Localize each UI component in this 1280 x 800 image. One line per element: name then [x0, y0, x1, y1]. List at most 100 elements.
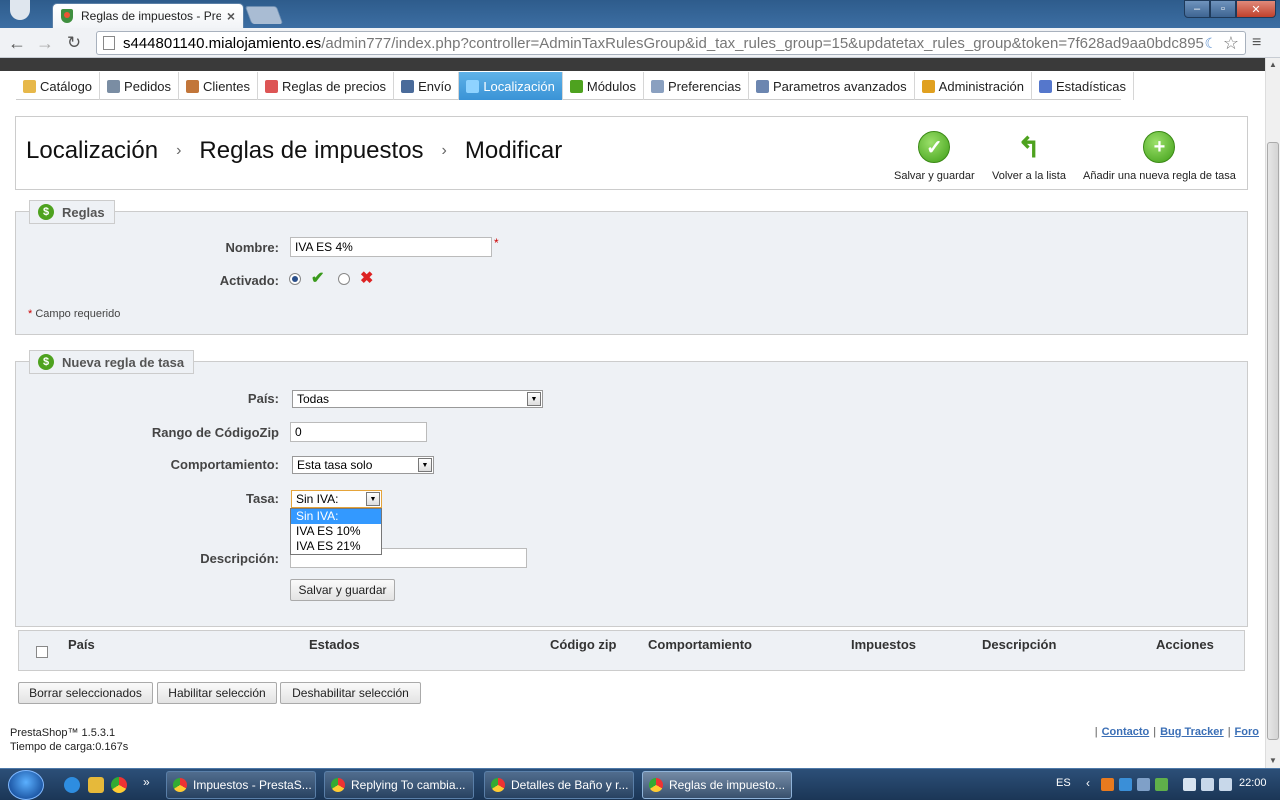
- chevron-down-icon[interactable]: ▼: [527, 392, 541, 406]
- browser-tab-active[interactable]: Reglas de impuestos - Pre ×: [52, 3, 244, 28]
- taskbar-item[interactable]: Replying To cambia...: [324, 771, 474, 799]
- taskbar-item-active[interactable]: Reglas de impuesto...: [642, 771, 792, 799]
- dropbox-icon[interactable]: [1119, 778, 1132, 791]
- browser-menu-icon[interactable]: ≡: [1252, 34, 1261, 52]
- delete-selected-button[interactable]: Borrar seleccionados: [18, 682, 153, 704]
- tasa-label: Tasa:: [246, 491, 279, 506]
- taskbar-clock[interactable]: 22:00: [1239, 777, 1267, 789]
- scroll-up-arrow-icon[interactable]: ▲: [1266, 58, 1280, 72]
- window-minimize-button[interactable]: ‒: [1184, 0, 1210, 18]
- activado-no-radio[interactable]: [338, 273, 350, 285]
- tasa-option[interactable]: Sin IVA:: [291, 509, 381, 524]
- taskbar-item[interactable]: Detalles de Baño y r...: [484, 771, 634, 799]
- disable-selection-button[interactable]: Deshabilitar selección: [280, 682, 421, 704]
- network-icon[interactable]: [1201, 778, 1214, 791]
- nombre-input[interactable]: [290, 237, 492, 257]
- tasa-option[interactable]: IVA ES 10%: [291, 524, 381, 539]
- menu-item-clientes[interactable]: Clientes: [179, 72, 258, 100]
- save-toolbar-button[interactable]: ✓ Salvar y guardar: [894, 131, 975, 182]
- pais-label: País:: [247, 391, 279, 406]
- column-header-pais[interactable]: País: [68, 637, 95, 652]
- extension-icon[interactable]: ☾: [1204, 35, 1217, 52]
- menu-item-modulos[interactable]: Módulos: [563, 72, 644, 100]
- admin-main-menu: Catálogo Pedidos Clientes Reglas de prec…: [16, 72, 1135, 100]
- menu-item-pedidos[interactable]: Pedidos: [100, 72, 180, 100]
- column-header-impuestos[interactable]: Impuestos: [851, 637, 916, 652]
- new-tab-button[interactable]: [244, 6, 284, 24]
- pais-select-value: Todas: [297, 392, 330, 406]
- volume-icon[interactable]: [1219, 778, 1232, 791]
- comportamiento-select-value: Esta tasa solo: [297, 458, 373, 472]
- column-header-descripcion[interactable]: Descripción: [982, 637, 1056, 652]
- activado-label: Activado:: [219, 273, 279, 288]
- taskbar-item[interactable]: Impuestos - PrestaS...: [166, 771, 316, 799]
- profile-avatar-icon[interactable]: [10, 0, 30, 20]
- chevron-down-icon[interactable]: ▼: [418, 458, 432, 472]
- pais-select[interactable]: Todas ▼: [292, 390, 543, 408]
- quick-launch-more-icon[interactable]: »: [143, 775, 150, 789]
- footer-info: PrestaShop™ 1.5.3.1 Tiempo de carga:0.16…: [10, 726, 128, 754]
- chrome-icon: [331, 778, 345, 792]
- forum-link[interactable]: Foro: [1235, 726, 1259, 738]
- window-maximize-button[interactable]: ▫: [1210, 0, 1236, 18]
- nombre-label: Nombre:: [225, 240, 279, 255]
- menu-label: Preferencias: [668, 78, 741, 94]
- plus-circle-icon: +: [1143, 131, 1176, 163]
- activado-yes-radio[interactable]: [289, 273, 301, 285]
- tray-app-icon[interactable]: [1155, 778, 1168, 791]
- chrome-icon[interactable]: [111, 777, 127, 793]
- file-explorer-icon[interactable]: [88, 777, 104, 793]
- column-header-codigo-zip[interactable]: Código zip: [550, 637, 616, 652]
- tray-expand-icon[interactable]: ‹: [1086, 776, 1090, 790]
- menu-label: Estadísticas: [1055, 78, 1127, 94]
- save-rule-button[interactable]: Salvar y guardar: [290, 579, 395, 601]
- add-tax-rule-label: Añadir una nueva regla de tasa: [1083, 170, 1236, 182]
- wrench-icon: [755, 79, 769, 93]
- dollar-icon: $: [38, 354, 54, 370]
- battery-icon[interactable]: [1183, 778, 1196, 791]
- truck-icon: [401, 79, 415, 93]
- tab-close-icon[interactable]: ×: [227, 8, 235, 24]
- column-header-comportamiento[interactable]: Comportamiento: [648, 637, 752, 652]
- tasa-select[interactable]: Sin IVA: ▼: [291, 490, 382, 508]
- scroll-thumb[interactable]: [1267, 142, 1279, 740]
- new-rule-legend: $ Nueva regla de tasa: [29, 350, 195, 374]
- select-all-checkbox[interactable]: [36, 646, 48, 658]
- chevron-down-icon[interactable]: ▼: [366, 492, 380, 506]
- enable-selection-button[interactable]: Habilitar selección: [157, 682, 277, 704]
- add-tax-rule-button[interactable]: + Añadir una nueva regla de tasa: [1083, 131, 1236, 182]
- tasa-option[interactable]: IVA ES 21%: [291, 539, 381, 554]
- bookmark-star-icon[interactable]: ☆: [1223, 33, 1239, 54]
- menu-item-catalogo[interactable]: Catálogo: [16, 72, 101, 100]
- bar-chart-icon: [1038, 79, 1052, 93]
- forward-arrow-icon[interactable]: →: [33, 32, 57, 54]
- menu-item-envio[interactable]: Envío: [394, 72, 460, 100]
- tray-app-icon[interactable]: [1137, 778, 1150, 791]
- page-scrollbar[interactable]: ▲ ▼: [1265, 58, 1280, 768]
- menu-item-estadisticas[interactable]: Estadísticas: [1032, 72, 1135, 100]
- menu-item-parametros-avanzados[interactable]: Parametros avanzados: [749, 72, 915, 100]
- footer-separator: |: [1153, 726, 1157, 738]
- column-header-estados[interactable]: Estados: [309, 637, 360, 652]
- reload-icon[interactable]: ↻: [62, 32, 86, 54]
- menu-item-reglas-precios[interactable]: Reglas de precios: [258, 72, 395, 100]
- menu-item-localizacion[interactable]: Localización: [459, 72, 563, 100]
- folder-icon: [23, 79, 36, 93]
- bug-tracker-link[interactable]: Bug Tracker: [1160, 726, 1224, 738]
- address-bar[interactable]: s444801140.mialojamiento.es/admin777/ind…: [96, 31, 1246, 55]
- back-arrow-icon[interactable]: ←: [5, 32, 29, 54]
- language-indicator[interactable]: ES: [1056, 777, 1071, 789]
- menu-label: Administración: [938, 78, 1024, 94]
- back-to-list-button[interactable]: ↰ Volver a la lista: [992, 131, 1066, 183]
- contact-link[interactable]: Contacto: [1102, 726, 1150, 738]
- menu-item-administracion[interactable]: Administración: [915, 72, 1032, 100]
- internet-explorer-icon[interactable]: [64, 777, 80, 793]
- tray-app-icon[interactable]: [1101, 778, 1114, 791]
- menu-item-preferencias[interactable]: Preferencias: [644, 72, 749, 100]
- scroll-down-arrow-icon[interactable]: ▼: [1266, 754, 1280, 768]
- windows-start-icon[interactable]: [8, 770, 44, 800]
- window-close-button[interactable]: ✕: [1236, 0, 1276, 18]
- zip-range-input[interactable]: [290, 422, 427, 442]
- menu-label: Parametros avanzados: [772, 78, 907, 94]
- comportamiento-select[interactable]: Esta tasa solo ▼: [292, 456, 434, 474]
